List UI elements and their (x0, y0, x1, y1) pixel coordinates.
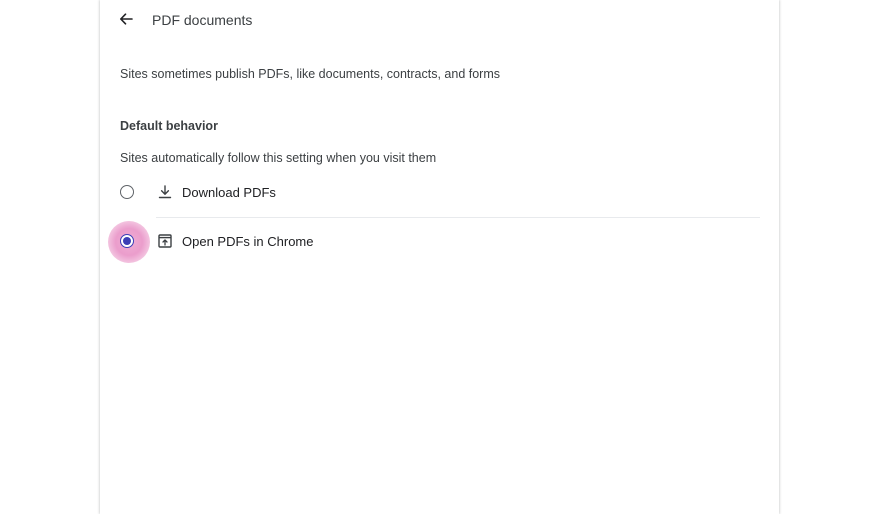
open-pdfs-in-chrome-radio[interactable] (120, 234, 134, 248)
download-icon (157, 184, 173, 200)
arrow-back-icon (118, 11, 134, 32)
section-subheading: Sites automatically follow this setting … (120, 151, 437, 165)
open-pdfs-in-chrome-label: Open PDFs in Chrome (182, 234, 314, 249)
download-pdfs-radio[interactable] (120, 185, 134, 199)
header: PDF documents (100, 0, 779, 42)
back-button[interactable] (114, 9, 138, 33)
page-title: PDF documents (152, 12, 253, 28)
section-heading: Default behavior (120, 119, 218, 133)
page-description: Sites sometimes publish PDFs, like docum… (120, 67, 501, 81)
settings-card: PDF documents Sites sometimes publish PD… (100, 0, 779, 514)
download-pdfs-option[interactable]: Download PDFs (100, 171, 779, 215)
open-pdfs-in-chrome-option[interactable]: Open PDFs in Chrome (100, 220, 779, 264)
download-pdfs-label: Download PDFs (182, 185, 276, 200)
open-in-browser-icon (157, 233, 173, 249)
page: PDF documents Sites sometimes publish PD… (0, 0, 879, 514)
option-divider (156, 217, 760, 218)
